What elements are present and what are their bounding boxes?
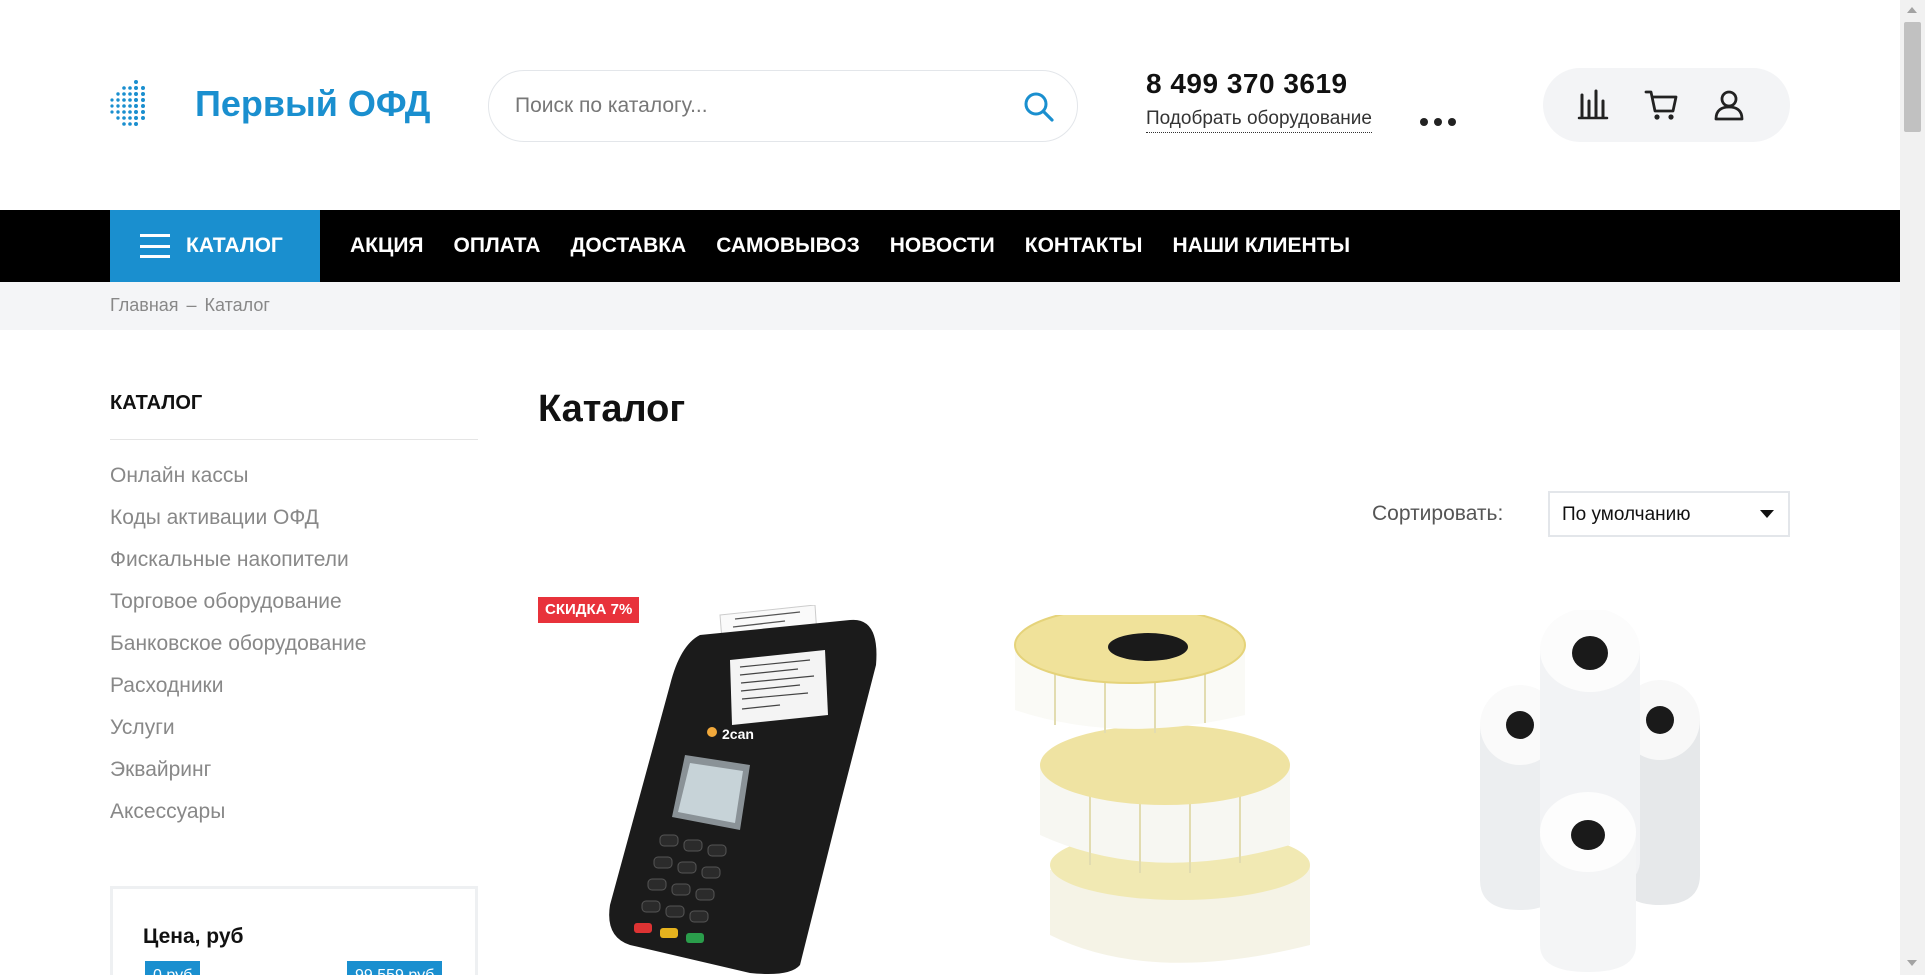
scroll-down-arrow-icon[interactable]: [1907, 960, 1917, 966]
phone-number[interactable]: 8 499 370 3619: [1146, 68, 1348, 100]
price-max-value[interactable]: 99 559 руб: [347, 961, 443, 975]
card-terminal-2can-icon: 2can: [609, 605, 877, 974]
sidebar-item-acquiring[interactable]: Эквайринг: [110, 756, 366, 798]
scroll-up-arrow-icon[interactable]: [1907, 7, 1917, 13]
nav-item-payment[interactable]: ОПЛАТА: [454, 234, 541, 258]
product-image-labels[interactable]: [1010, 615, 1310, 975]
discount-badge: СКИДКА 7%: [538, 597, 640, 623]
sidebar-item-consumables[interactable]: Расходники: [110, 672, 366, 714]
sidebar-divider: [110, 439, 478, 440]
nav-item-promo[interactable]: АКЦИЯ: [350, 234, 424, 258]
search-icon[interactable]: [1021, 89, 1057, 125]
sidebar-title: КАТАЛОГ: [110, 392, 203, 414]
breadcrumb: Главная – Каталог: [0, 282, 1900, 330]
sort-label: Сортировать:: [1372, 502, 1504, 525]
nav-item-news[interactable]: НОВОСТИ: [890, 234, 995, 258]
breadcrumb-separator: –: [186, 295, 197, 315]
label-rolls-icon: [1014, 615, 1310, 963]
sidebar-item-retail-equipment[interactable]: Торговое оборудование: [110, 588, 366, 630]
nav-links: АКЦИЯ ОПЛАТА ДОСТАВКА САМОВЫВОЗ НОВОСТИ …: [350, 210, 1380, 282]
sidebar-item-accessories[interactable]: Аксессуары: [110, 798, 366, 840]
page-scrollbar[interactable]: [1900, 0, 1925, 975]
sidebar-item-services[interactable]: Услуги: [110, 714, 366, 756]
logo-dots-icon: [110, 80, 145, 126]
hamburger-icon: [140, 234, 170, 258]
sidebar-item-ofd-codes[interactable]: Коды активации ОФД: [110, 504, 366, 546]
logo-text: Первый ОФД: [195, 83, 431, 124]
logo[interactable]: Первый ОФД: [108, 80, 430, 128]
search-input[interactable]: [515, 94, 985, 118]
compare-icon[interactable]: [1576, 87, 1612, 123]
price-filter-title: Цена, руб: [143, 925, 244, 948]
user-icon[interactable]: [1711, 87, 1747, 123]
catalog-menu-button[interactable]: КАТАЛОГ: [110, 210, 320, 282]
paper-rolls-icon: [1480, 610, 1700, 972]
cart-icon[interactable]: [1644, 87, 1680, 123]
pick-equipment-link[interactable]: Подобрать оборудование: [1146, 108, 1372, 133]
scrollbar-thumb[interactable]: [1904, 22, 1921, 132]
nav-item-pickup[interactable]: САМОВЫВОЗ: [716, 234, 860, 258]
sidebar-item-online-registers[interactable]: Онлайн кассы: [110, 462, 366, 504]
svg-text:2can: 2can: [722, 726, 754, 742]
user-actions: [1543, 68, 1790, 142]
chevron-down-icon: [1760, 510, 1774, 518]
nav-item-clients[interactable]: НАШИ КЛИЕНТЫ: [1173, 234, 1351, 258]
more-dots-icon[interactable]: [1420, 114, 1460, 130]
sort-dropdown[interactable]: По умолчанию: [1548, 491, 1790, 537]
sidebar-item-fiscal-drives[interactable]: Фискальные накопители: [110, 546, 366, 588]
sidebar-item-banking-equipment[interactable]: Банковское оборудование: [110, 630, 366, 672]
search-bar: [488, 70, 1078, 142]
main-nav: КАТАЛОГ АКЦИЯ ОПЛАТА ДОСТАВКА САМОВЫВОЗ …: [0, 210, 1900, 282]
page-title: Каталог: [538, 388, 686, 430]
sidebar-category-list: Онлайн кассы Коды активации ОФД Фискальн…: [110, 462, 366, 840]
catalog-menu-label: КАТАЛОГ: [186, 234, 283, 257]
product-image-terminal[interactable]: 2can: [600, 605, 900, 975]
sort-dropdown-value: По умолчанию: [1562, 504, 1691, 525]
breadcrumb-current: Каталог: [204, 295, 270, 315]
price-filter: Цена, руб 0 руб 99 559 руб: [110, 886, 478, 975]
site-header: Первый ОФД 8 499 370 3619 Подобрать обор…: [0, 0, 1900, 210]
nav-item-delivery[interactable]: ДОСТАВКА: [570, 234, 686, 258]
price-min-value[interactable]: 0 руб: [145, 961, 201, 975]
breadcrumb-home[interactable]: Главная: [110, 295, 179, 315]
nav-item-contacts[interactable]: КОНТАКТЫ: [1025, 234, 1143, 258]
product-image-paper-rolls[interactable]: [1470, 610, 1710, 975]
